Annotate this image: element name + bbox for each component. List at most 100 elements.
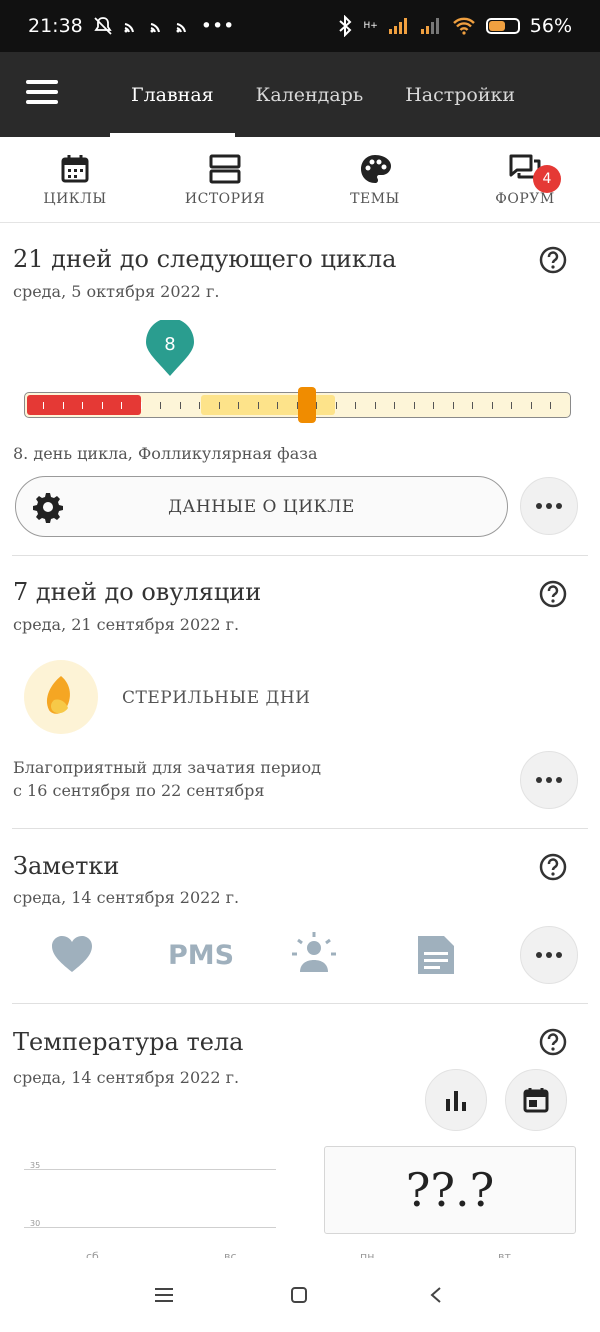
- help-icon[interactable]: [539, 580, 567, 608]
- cycle-data-label: ДАННЫЕ О ЦИКЛЕ: [168, 497, 355, 517]
- cycle-date: среда, 5 октября 2022 г.: [13, 282, 220, 301]
- timeline-tick: [160, 402, 161, 409]
- calendar-icon: [523, 1088, 549, 1113]
- calendar-button[interactable]: [505, 1069, 567, 1131]
- bell-off-icon: [94, 17, 112, 35]
- battery-percent: 56%: [529, 15, 572, 37]
- quick-nav: ЦИКЛЫ ИСТОРИЯ ТЕМЫ ФОРУМ 4: [0, 137, 600, 223]
- timeline-tick: [238, 402, 239, 409]
- quicknav-themes[interactable]: ТЕМЫ: [300, 137, 450, 222]
- more-notifications-icon: •••: [200, 15, 235, 37]
- tab-settings[interactable]: Настройки: [384, 52, 536, 137]
- timeline-tick: [316, 402, 317, 409]
- palette-icon: [361, 154, 391, 183]
- timeline-tick: [355, 402, 356, 409]
- ovulation-date: среда, 21 сентября 2022 г.: [13, 615, 240, 634]
- home-button[interactable]: [284, 1280, 314, 1310]
- timeline-tick: [550, 402, 551, 409]
- network-type: H+: [363, 21, 378, 31]
- cycle-data-button[interactable]: ДАННЫЕ О ЦИКЛЕ: [15, 476, 508, 537]
- timeline-tick: [199, 402, 200, 409]
- pms-icon[interactable]: PMS: [168, 940, 234, 971]
- timeline-tick: [82, 402, 83, 409]
- status-bar: 21:38 ••• H+ 56%: [0, 0, 600, 52]
- chart-grid-label: 30: [30, 1219, 41, 1228]
- timeline-tick: [452, 402, 454, 409]
- hamburger-menu-icon[interactable]: [26, 80, 58, 106]
- fertility-status-icon: [24, 660, 98, 734]
- battery-icon: [485, 18, 520, 34]
- back-button[interactable]: [421, 1280, 451, 1310]
- document-icon[interactable]: [412, 930, 460, 978]
- sun-person-icon[interactable]: [290, 930, 338, 978]
- square-icon: [291, 1287, 307, 1303]
- heart-icon[interactable]: [48, 930, 96, 978]
- fertility-status-label: СТЕРИЛЬНЫЕ ДНИ: [122, 688, 311, 708]
- help-icon[interactable]: [539, 246, 567, 274]
- menu-lines-icon: [155, 1288, 173, 1302]
- chart-x-label: сб: [86, 1250, 99, 1258]
- temperature-date: среда, 14 сентября 2022 г.: [13, 1068, 240, 1087]
- calendar-icon: [61, 154, 89, 182]
- chart-x-label: вс: [224, 1250, 237, 1258]
- chart-grid-line: [24, 1169, 276, 1170]
- current-day-marker[interactable]: [298, 387, 316, 423]
- quicknav-forum[interactable]: ФОРУМ 4: [450, 137, 600, 222]
- fertile-period-line1: Благоприятный для зачатия период: [13, 758, 321, 777]
- timeline-tick: [62, 402, 64, 409]
- cycle-title: 21 дней до следующего цикла: [13, 245, 397, 273]
- timeline-tick: [43, 402, 44, 409]
- chart-grid-line: [24, 1227, 276, 1228]
- forum-badge: 4: [533, 165, 561, 193]
- ovulation-more-button[interactable]: [520, 751, 578, 809]
- main-tabs: Главная Календарь Настройки: [110, 52, 536, 137]
- system-nav-bar: [0, 1258, 600, 1332]
- temperature-value-box[interactable]: ??.?: [324, 1146, 576, 1234]
- notes-more-button[interactable]: [520, 926, 578, 984]
- timeline-tick: [179, 402, 181, 409]
- history-icon: [209, 154, 241, 183]
- quicknav-cycles[interactable]: ЦИКЛЫ: [0, 137, 150, 222]
- timeline-tick: [257, 402, 259, 409]
- recent-apps-button[interactable]: [149, 1280, 179, 1310]
- ovulation-title: 7 дней до овуляции: [13, 578, 262, 606]
- period-segment: [27, 395, 141, 415]
- timeline-tick: [530, 402, 532, 409]
- fertile-period-line2: с 16 сентября по 22 сентября: [13, 781, 265, 800]
- timeline-tick: [569, 402, 570, 409]
- divider: [12, 828, 588, 829]
- temperature-title: Температура тела: [13, 1028, 244, 1056]
- timeline-tick: [335, 402, 337, 409]
- notes-title: Заметки: [13, 852, 120, 880]
- help-icon[interactable]: [539, 1028, 567, 1056]
- timeline-tick: [511, 402, 512, 409]
- chart-x-label: вт: [498, 1250, 511, 1258]
- timeline-tick: [121, 402, 122, 409]
- signal-bars-icon: [420, 18, 439, 34]
- day-pin-number: 8: [164, 334, 176, 355]
- chevron-left-icon: [430, 1287, 441, 1303]
- wifi-icon: [452, 17, 475, 35]
- timeline-tick: [491, 402, 493, 409]
- temperature-value: ??.?: [405, 1163, 495, 1217]
- quicknav-label: ТЕМЫ: [350, 190, 400, 207]
- quicknav-label: ИСТОРИЯ: [184, 190, 266, 207]
- tab-home[interactable]: Главная: [110, 52, 235, 137]
- timeline-tick: [101, 402, 103, 409]
- wifi-signal-icon: [150, 23, 160, 33]
- tab-calendar[interactable]: Календарь: [235, 52, 385, 137]
- chart-x-label: пн: [360, 1250, 375, 1258]
- app-bar: Главная Календарь Настройки: [0, 52, 600, 137]
- system-icons: H+ 56%: [337, 15, 572, 37]
- wifi-signal-icon: [124, 23, 134, 33]
- quicknav-history[interactable]: ИСТОРИЯ: [150, 137, 300, 222]
- notification-icons: •••: [93, 15, 235, 37]
- timeline-tick: [140, 402, 142, 409]
- help-icon[interactable]: [539, 853, 567, 881]
- cycle-more-button[interactable]: [520, 477, 578, 535]
- chart-button[interactable]: [425, 1069, 487, 1131]
- timeline-tick: [413, 402, 415, 409]
- divider: [12, 555, 588, 556]
- divider: [12, 1003, 588, 1004]
- quicknav-label: ЦИКЛЫ: [43, 190, 107, 207]
